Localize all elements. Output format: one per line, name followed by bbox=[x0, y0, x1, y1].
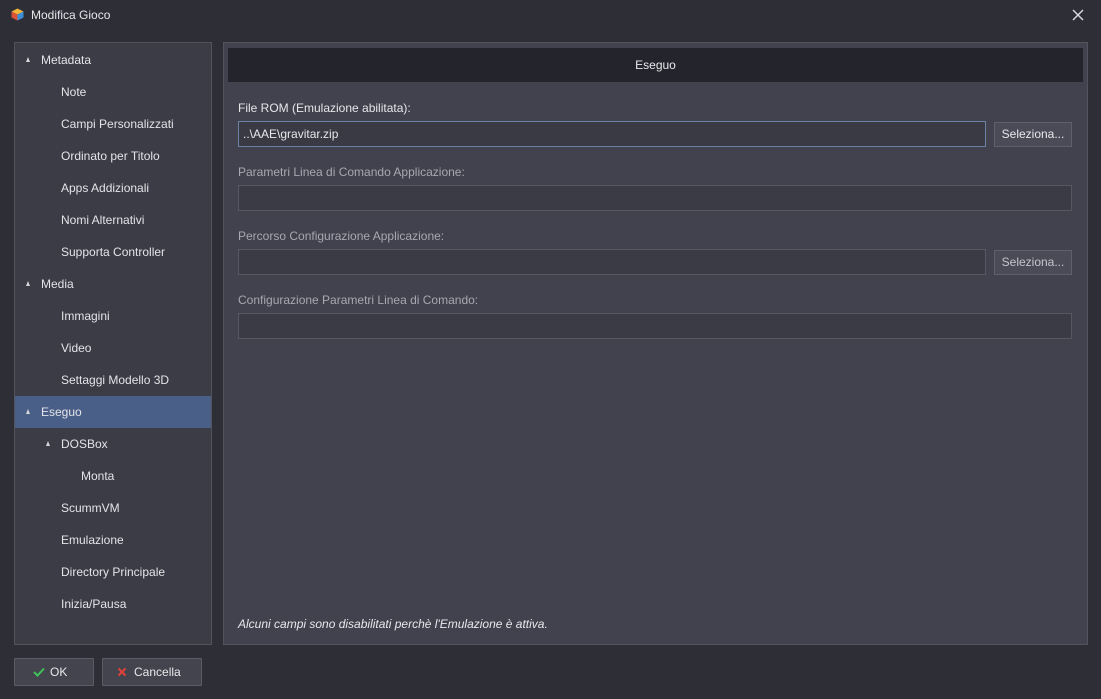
tree-item-label: Directory Principale bbox=[61, 565, 166, 579]
tree-item-immagini[interactable]: Immagini bbox=[15, 300, 211, 332]
tree-item-label: Inizia/Pausa bbox=[61, 597, 127, 611]
config-params-label: Configurazione Parametri Linea di Comand… bbox=[238, 293, 479, 307]
config-path-input[interactable] bbox=[238, 249, 986, 275]
tree-item-directory-principale[interactable]: Directory Principale bbox=[15, 556, 211, 588]
check-icon bbox=[33, 667, 45, 677]
cancel-button[interactable]: Cancella bbox=[102, 658, 202, 686]
tree-item-label: Metadata bbox=[41, 53, 92, 67]
tree-item-ordinato-per-titolo[interactable]: Ordinato per Titolo bbox=[15, 140, 211, 172]
tree-item-apps-addizionali[interactable]: Apps Addizionali bbox=[15, 172, 211, 204]
tree-item-dosbox[interactable]: DOSBox bbox=[15, 428, 211, 460]
tree-item-label: Settaggi Modello 3D bbox=[61, 373, 170, 387]
tree-item-label: ScummVM bbox=[61, 501, 120, 515]
tree-item-metadata[interactable]: Metadata bbox=[15, 44, 211, 76]
tree-item-scummvm[interactable]: ScummVM bbox=[15, 492, 211, 524]
emulation-footnote: Alcuni campi sono disabilitati perchè l'… bbox=[238, 617, 548, 631]
rom-file-label: File ROM (Emulazione abilitata): bbox=[238, 101, 411, 115]
tree-item-label: Video bbox=[61, 341, 92, 355]
tree-item-settaggi-modello-3d[interactable]: Settaggi Modello 3D bbox=[15, 364, 211, 396]
rom-file-input[interactable]: ..\AAE\gravitar.zip bbox=[238, 121, 986, 147]
tree-item-label: Nomi Alternativi bbox=[61, 213, 145, 227]
triangle-expanded-icon[interactable] bbox=[26, 281, 30, 286]
config-params-input[interactable] bbox=[238, 313, 1072, 339]
panel-header: Eseguo bbox=[228, 48, 1083, 82]
x-icon bbox=[117, 667, 127, 677]
triangle-expanded-icon[interactable] bbox=[26, 409, 30, 414]
ok-label: OK bbox=[50, 665, 68, 679]
tree-item-supporta-controller[interactable]: Supporta Controller bbox=[15, 236, 211, 268]
tree-item-nomi-alternativi[interactable]: Nomi Alternativi bbox=[15, 204, 211, 236]
navigation-tree: Metadata Note Campi Personalizzati Ordinato… bbox=[14, 42, 212, 645]
tree-item-note[interactable]: Note bbox=[15, 76, 211, 108]
run-settings-panel: Eseguo File ROM (Emulazione abilitata): … bbox=[223, 42, 1088, 645]
tree-item-media[interactable]: Media bbox=[15, 268, 211, 300]
cmdline-params-label: Parametri Linea di Comando Applicazione: bbox=[238, 165, 465, 179]
game-box-icon bbox=[11, 8, 24, 21]
config-browse-button[interactable]: Seleziona... bbox=[994, 250, 1072, 275]
window-title: Modifica Gioco bbox=[31, 8, 111, 22]
tree-item-label: Campi Personalizzati bbox=[61, 117, 174, 131]
title-bar: Modifica Gioco bbox=[0, 0, 1101, 30]
tree-item-label: Monta bbox=[81, 469, 115, 483]
tree-item-inizia-pausa[interactable]: Inizia/Pausa bbox=[15, 588, 211, 620]
tree-item-label: Apps Addizionali bbox=[61, 181, 150, 195]
tree-item-eseguo[interactable]: Eseguo bbox=[15, 396, 211, 428]
tree-item-label: DOSBox bbox=[61, 437, 108, 451]
rom-browse-button[interactable]: Seleziona... bbox=[994, 122, 1072, 147]
tree-item-label: Ordinato per Titolo bbox=[61, 149, 160, 163]
tree-item-campi-personalizzati[interactable]: Campi Personalizzati bbox=[15, 108, 211, 140]
tree-item-label: Immagini bbox=[61, 309, 110, 323]
tree-item-monta[interactable]: Monta bbox=[15, 460, 211, 492]
tree-item-label: Eseguo bbox=[41, 405, 82, 419]
tree-item-label: Supporta Controller bbox=[61, 245, 166, 259]
tree-item-video[interactable]: Video bbox=[15, 332, 211, 364]
tree-item-label: Media bbox=[41, 277, 74, 291]
triangle-expanded-icon[interactable] bbox=[26, 57, 30, 62]
cmdline-params-input[interactable] bbox=[238, 185, 1072, 211]
config-path-label: Percorso Configurazione Applicazione: bbox=[238, 229, 445, 243]
triangle-expanded-icon[interactable] bbox=[46, 441, 50, 446]
tree-item-emulazione[interactable]: Emulazione bbox=[15, 524, 211, 556]
cancel-label: Cancella bbox=[134, 665, 181, 679]
tree-item-label: Note bbox=[61, 85, 87, 99]
close-icon[interactable] bbox=[1068, 5, 1088, 25]
tree-item-label: Emulazione bbox=[61, 533, 124, 547]
ok-button[interactable]: OK bbox=[14, 658, 94, 686]
